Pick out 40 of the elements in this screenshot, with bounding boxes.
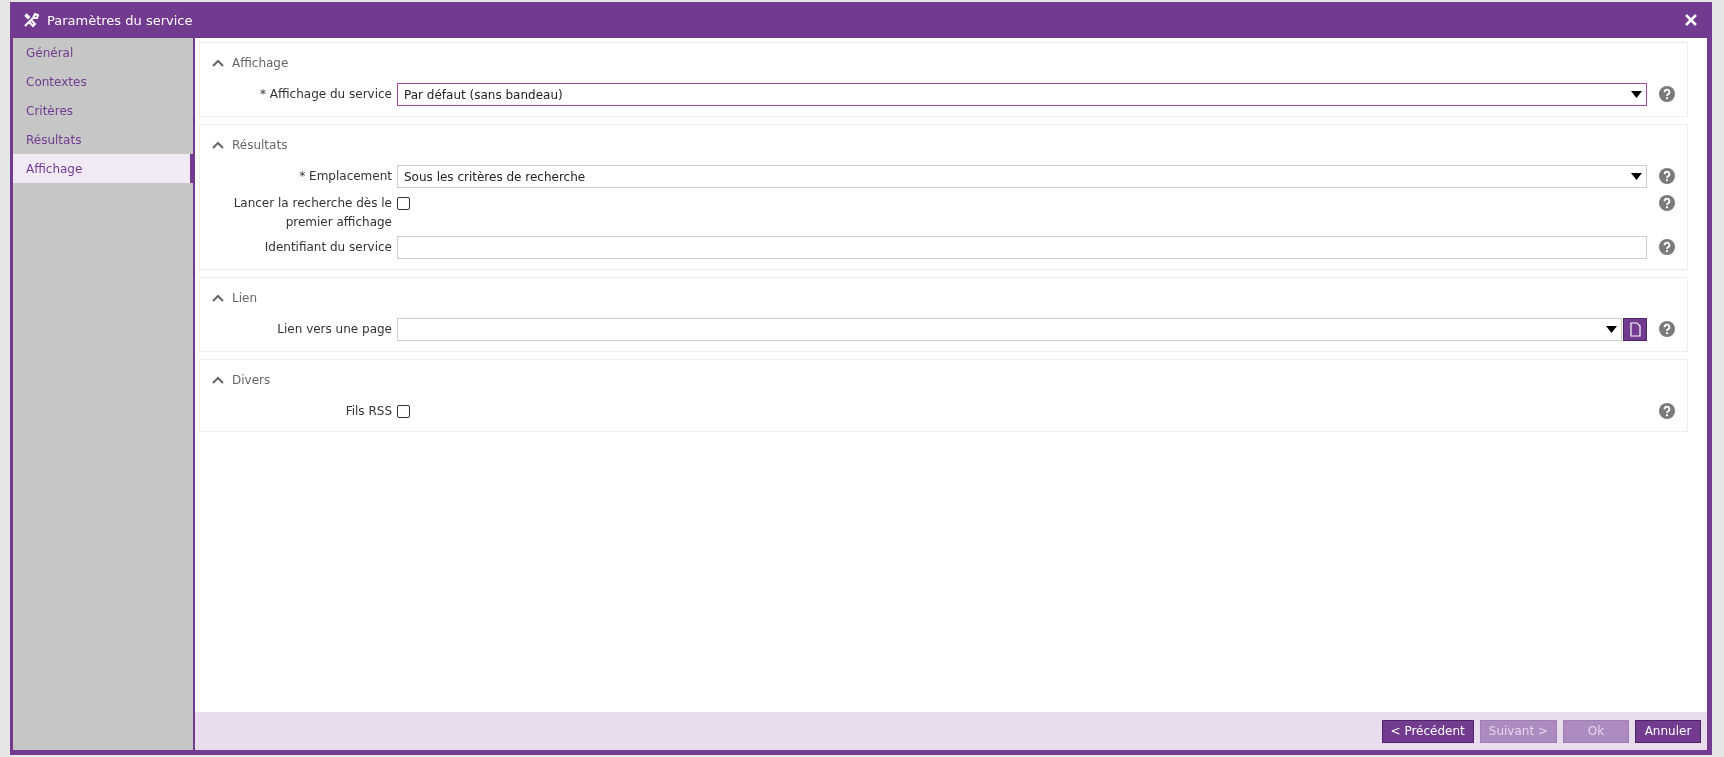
field-label: Lancer la recherche dès le premier affichage: [232, 195, 393, 231]
input-field[interactable]: [397, 236, 1647, 259]
select-field[interactable]: [397, 318, 1622, 341]
field-label: Identifiant du service: [263, 239, 393, 256]
dropdown-caret-icon: [1606, 326, 1617, 333]
dropdown-caret-icon: [1631, 91, 1642, 98]
checkbox[interactable]: [397, 197, 410, 210]
help-icon[interactable]: [1659, 195, 1675, 211]
section-title: Affichage: [232, 56, 289, 70]
tools-icon: [23, 12, 39, 28]
dropdown-caret-icon: [1631, 173, 1642, 180]
section-title: Résultats: [232, 138, 288, 152]
help-icon[interactable]: [1659, 321, 1675, 337]
field-label: Fils RSS: [344, 403, 393, 420]
help-icon[interactable]: [1659, 403, 1675, 419]
dialog-button[interactable]: Annuler: [1635, 719, 1701, 743]
select-field[interactable]: Sous les critères de recherche: [397, 165, 1647, 188]
sidebar-item[interactable]: Résultats: [13, 125, 193, 154]
sidebar-item[interactable]: Critères: [13, 96, 193, 125]
field-label: Lien vers une page: [276, 321, 393, 338]
help-icon[interactable]: [1659, 239, 1675, 255]
chevron-icon[interactable]: [212, 376, 224, 384]
select-field[interactable]: Par défaut (sans bandeau): [397, 83, 1647, 106]
sidebar-item[interactable]: Affichage: [13, 154, 193, 183]
section-title: Divers: [232, 373, 271, 387]
help-icon[interactable]: [1659, 86, 1675, 102]
chevron-icon[interactable]: [212, 59, 224, 67]
chevron-icon[interactable]: [212, 141, 224, 149]
sidebar-item[interactable]: Général: [13, 38, 193, 67]
section-title: Lien: [232, 291, 257, 305]
page-picker-button[interactable]: [1623, 318, 1647, 341]
dialog-button[interactable]: < Précédent: [1381, 719, 1474, 743]
chevron-icon[interactable]: [212, 294, 224, 302]
window-title: Paramètres du service: [47, 12, 194, 28]
field-label: * Emplacement: [298, 168, 393, 185]
help-icon[interactable]: [1659, 168, 1675, 184]
document-icon: [1629, 322, 1641, 337]
checkbox[interactable]: [397, 405, 410, 418]
sidebar-item[interactable]: Contextes: [13, 67, 193, 96]
field-label: * Affichage du service: [258, 86, 393, 103]
